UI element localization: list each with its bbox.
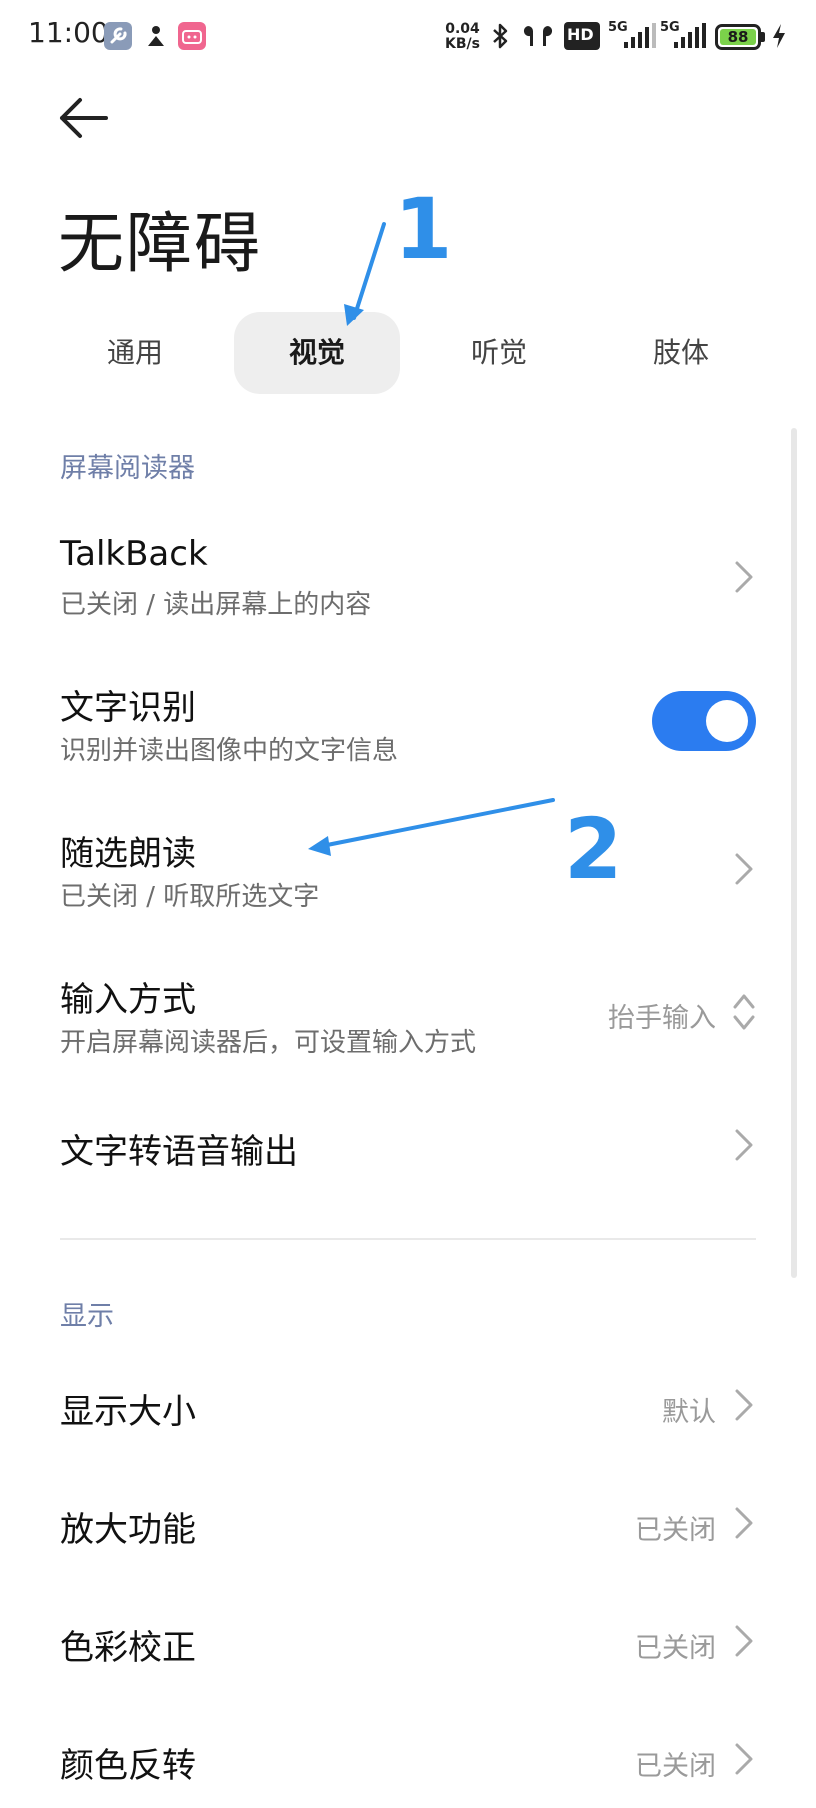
status-bar: 11:00 0.04 KB/s HD 5G 5G 88 bbox=[0, 0, 816, 74]
hd-label: HD bbox=[567, 25, 594, 44]
chevron-right-icon bbox=[735, 1389, 753, 1421]
earbuds-icon bbox=[522, 22, 553, 50]
magnification-item[interactable]: 放大功能 已关闭 bbox=[0, 1478, 816, 1568]
page-title: 无障碍 bbox=[58, 205, 262, 282]
tab-physical[interactable]: 肢体 bbox=[598, 312, 764, 394]
status-time: 11:00 bbox=[28, 16, 109, 49]
color-inversion-item[interactable]: 颜色反转 已关闭 bbox=[0, 1714, 816, 1804]
annotation-arrow-1 bbox=[352, 222, 386, 320]
charging-icon bbox=[770, 22, 798, 50]
battery-icon: 88 bbox=[715, 24, 761, 50]
battery-level: 88 bbox=[720, 29, 756, 45]
section-divider bbox=[60, 1238, 756, 1240]
signal-icon bbox=[672, 22, 708, 50]
display-size-title: 显示大小 bbox=[60, 1392, 196, 1432]
network-speed: 0.04 KB/s bbox=[445, 22, 480, 52]
back-arrow-icon bbox=[60, 98, 108, 138]
back-button[interactable] bbox=[58, 92, 114, 144]
annotation-number-1: 1 bbox=[394, 180, 453, 278]
select-to-speak-subtitle: 已关闭 / 听取所选文字 bbox=[60, 882, 320, 912]
input-method-title: 输入方式 bbox=[60, 980, 196, 1020]
bluetooth-icon bbox=[486, 22, 514, 50]
battery-tip bbox=[761, 32, 765, 42]
color-correction-value: 已关闭 bbox=[635, 1633, 716, 1664]
section-header-screen-reader: 屏幕阅读器 bbox=[60, 453, 195, 484]
color-correction-title: 色彩校正 bbox=[60, 1628, 196, 1668]
wrench-icon bbox=[104, 22, 132, 50]
annotation-number-2: 2 bbox=[564, 800, 623, 898]
input-method-subtitle: 开启屏幕阅读器后，可设置输入方式 bbox=[60, 1028, 477, 1058]
chevron-right-icon bbox=[735, 1625, 753, 1657]
chevron-right-icon bbox=[735, 853, 753, 885]
tab-hearing[interactable]: 听觉 bbox=[416, 312, 582, 394]
chevron-right-icon bbox=[735, 561, 753, 593]
chevron-right-icon bbox=[735, 1129, 753, 1161]
talkback-title: TalkBack bbox=[60, 534, 208, 574]
text-recognition-title: 文字识别 bbox=[60, 688, 196, 728]
signal-icon bbox=[622, 22, 660, 50]
person-download-icon bbox=[142, 22, 170, 50]
select-to-speak-title: 随选朗读 bbox=[60, 834, 196, 874]
talkback-item[interactable]: TalkBack 已关闭 / 读出屏幕上的内容 bbox=[0, 520, 816, 640]
hd-voice-icon: HD bbox=[564, 22, 600, 50]
chevron-right-icon bbox=[735, 1743, 753, 1775]
bilibili-icon bbox=[178, 22, 206, 50]
toggle-knob bbox=[706, 700, 748, 742]
network-speed-value: 0.04 bbox=[445, 21, 480, 37]
select-to-speak-item[interactable]: 随选朗读 已关闭 / 听取所选文字 bbox=[0, 812, 816, 932]
magnification-value: 已关闭 bbox=[635, 1515, 716, 1546]
input-method-item[interactable]: 输入方式 开启屏幕阅读器后，可设置输入方式 抬手输入 bbox=[0, 958, 816, 1078]
display-size-value: 默认 bbox=[662, 1397, 716, 1428]
tts-output-title: 文字转语音输出 bbox=[60, 1132, 298, 1172]
tab-vision[interactable]: 视觉 bbox=[234, 312, 400, 394]
color-inversion-value: 已关闭 bbox=[635, 1751, 716, 1782]
text-recognition-toggle[interactable] bbox=[652, 691, 756, 751]
input-method-value: 抬手输入 bbox=[608, 1003, 716, 1034]
text-recognition-subtitle: 识别并读出图像中的文字信息 bbox=[60, 736, 399, 766]
color-inversion-title: 颜色反转 bbox=[60, 1746, 196, 1786]
talkback-subtitle: 已关闭 / 读出屏幕上的内容 bbox=[60, 590, 372, 620]
chevron-up-down-icon bbox=[733, 994, 755, 1030]
display-size-item[interactable]: 显示大小 默认 bbox=[0, 1360, 816, 1450]
tab-general[interactable]: 通用 bbox=[52, 312, 218, 394]
tts-output-item[interactable]: 文字转语音输出 bbox=[0, 1104, 816, 1194]
color-correction-item[interactable]: 色彩校正 已关闭 bbox=[0, 1596, 816, 1686]
scrollbar[interactable] bbox=[791, 428, 797, 1278]
magnification-title: 放大功能 bbox=[60, 1510, 196, 1550]
network-speed-unit: KB/s bbox=[445, 36, 480, 52]
section-header-display: 显示 bbox=[60, 1301, 114, 1332]
chevron-right-icon bbox=[735, 1507, 753, 1539]
